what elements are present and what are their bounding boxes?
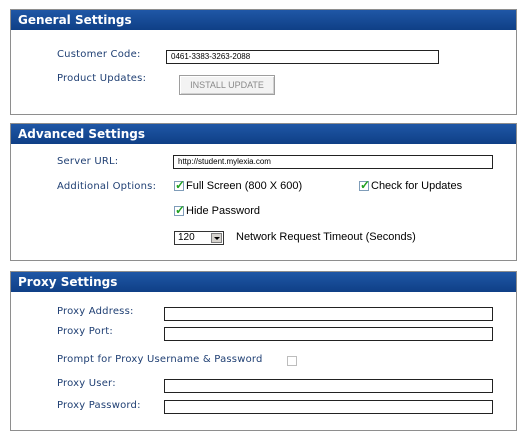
hide-password-label: Hide Password [186,205,260,217]
proxy-address-field[interactable] [164,307,493,321]
timeout-select[interactable]: 120 [174,231,224,245]
full-screen-option[interactable]: Full Screen (800 X 600) [174,178,303,192]
server-url-label: Server URL: [57,156,119,167]
proxy-settings-panel: Proxy Settings Proxy Address: Proxy Port… [10,271,517,431]
product-updates-label: Product Updates: [57,73,147,84]
proxy-password-label: Proxy Password: [57,400,141,411]
general-settings-panel: General Settings Customer Code: 0461-338… [10,9,517,115]
proxy-prompt-label: Prompt for Proxy Username & Password [57,354,263,365]
proxy-address-label: Proxy Address: [57,306,134,317]
proxy-settings-title: Proxy Settings [11,272,516,292]
server-url-field[interactable]: http://student.mylexia.com [173,155,493,169]
check-updates-label: Check for Updates [371,180,463,192]
timeout-label: Network Request Timeout (Seconds) [236,231,416,243]
timeout-value: 120 [178,232,195,243]
check-updates-checkbox[interactable] [359,178,370,192]
proxy-user-field[interactable] [164,379,493,393]
advanced-settings-panel: Advanced Settings Server URL: http://stu… [10,123,517,261]
proxy-port-label: Proxy Port: [57,326,113,337]
proxy-password-field[interactable] [164,400,493,414]
hide-password-checkbox[interactable] [174,203,185,217]
install-update-button[interactable]: INSTALL UPDATE [179,75,275,95]
full-screen-label: Full Screen (800 X 600) [186,180,303,192]
customer-code-field[interactable]: 0461-3383-3263-2088 [166,50,439,64]
proxy-prompt-checkbox[interactable] [287,356,297,366]
proxy-port-field[interactable] [164,327,493,341]
additional-options-label: Additional Options: [57,181,157,192]
check-updates-option[interactable]: Check for Updates [359,178,463,192]
advanced-settings-title: Advanced Settings [11,124,516,144]
general-settings-title: General Settings [11,10,516,30]
hide-password-option[interactable]: Hide Password [174,203,260,217]
customer-code-label: Customer Code: [57,49,141,60]
full-screen-checkbox[interactable] [174,178,185,192]
proxy-user-label: Proxy User: [57,378,116,389]
dropdown-arrow-icon[interactable] [211,233,222,243]
